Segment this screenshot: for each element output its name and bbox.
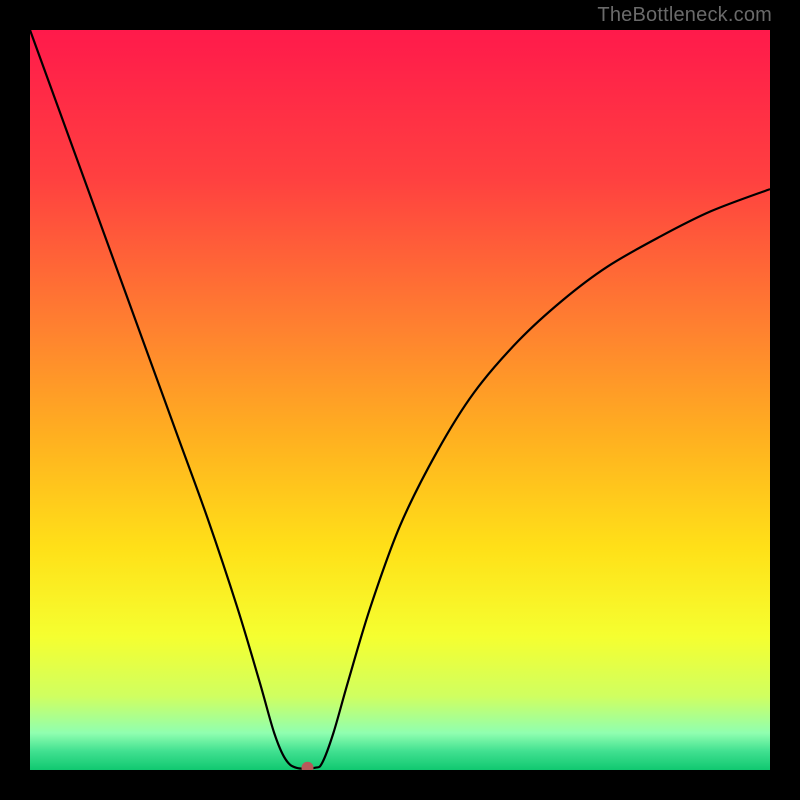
curve-layer [30,30,770,770]
optimum-point-marker [302,762,314,770]
bottleneck-curve [30,30,770,769]
watermark-text: TheBottleneck.com [597,4,772,27]
plot-area [30,30,770,770]
chart-frame: TheBottleneck.com [0,0,800,800]
